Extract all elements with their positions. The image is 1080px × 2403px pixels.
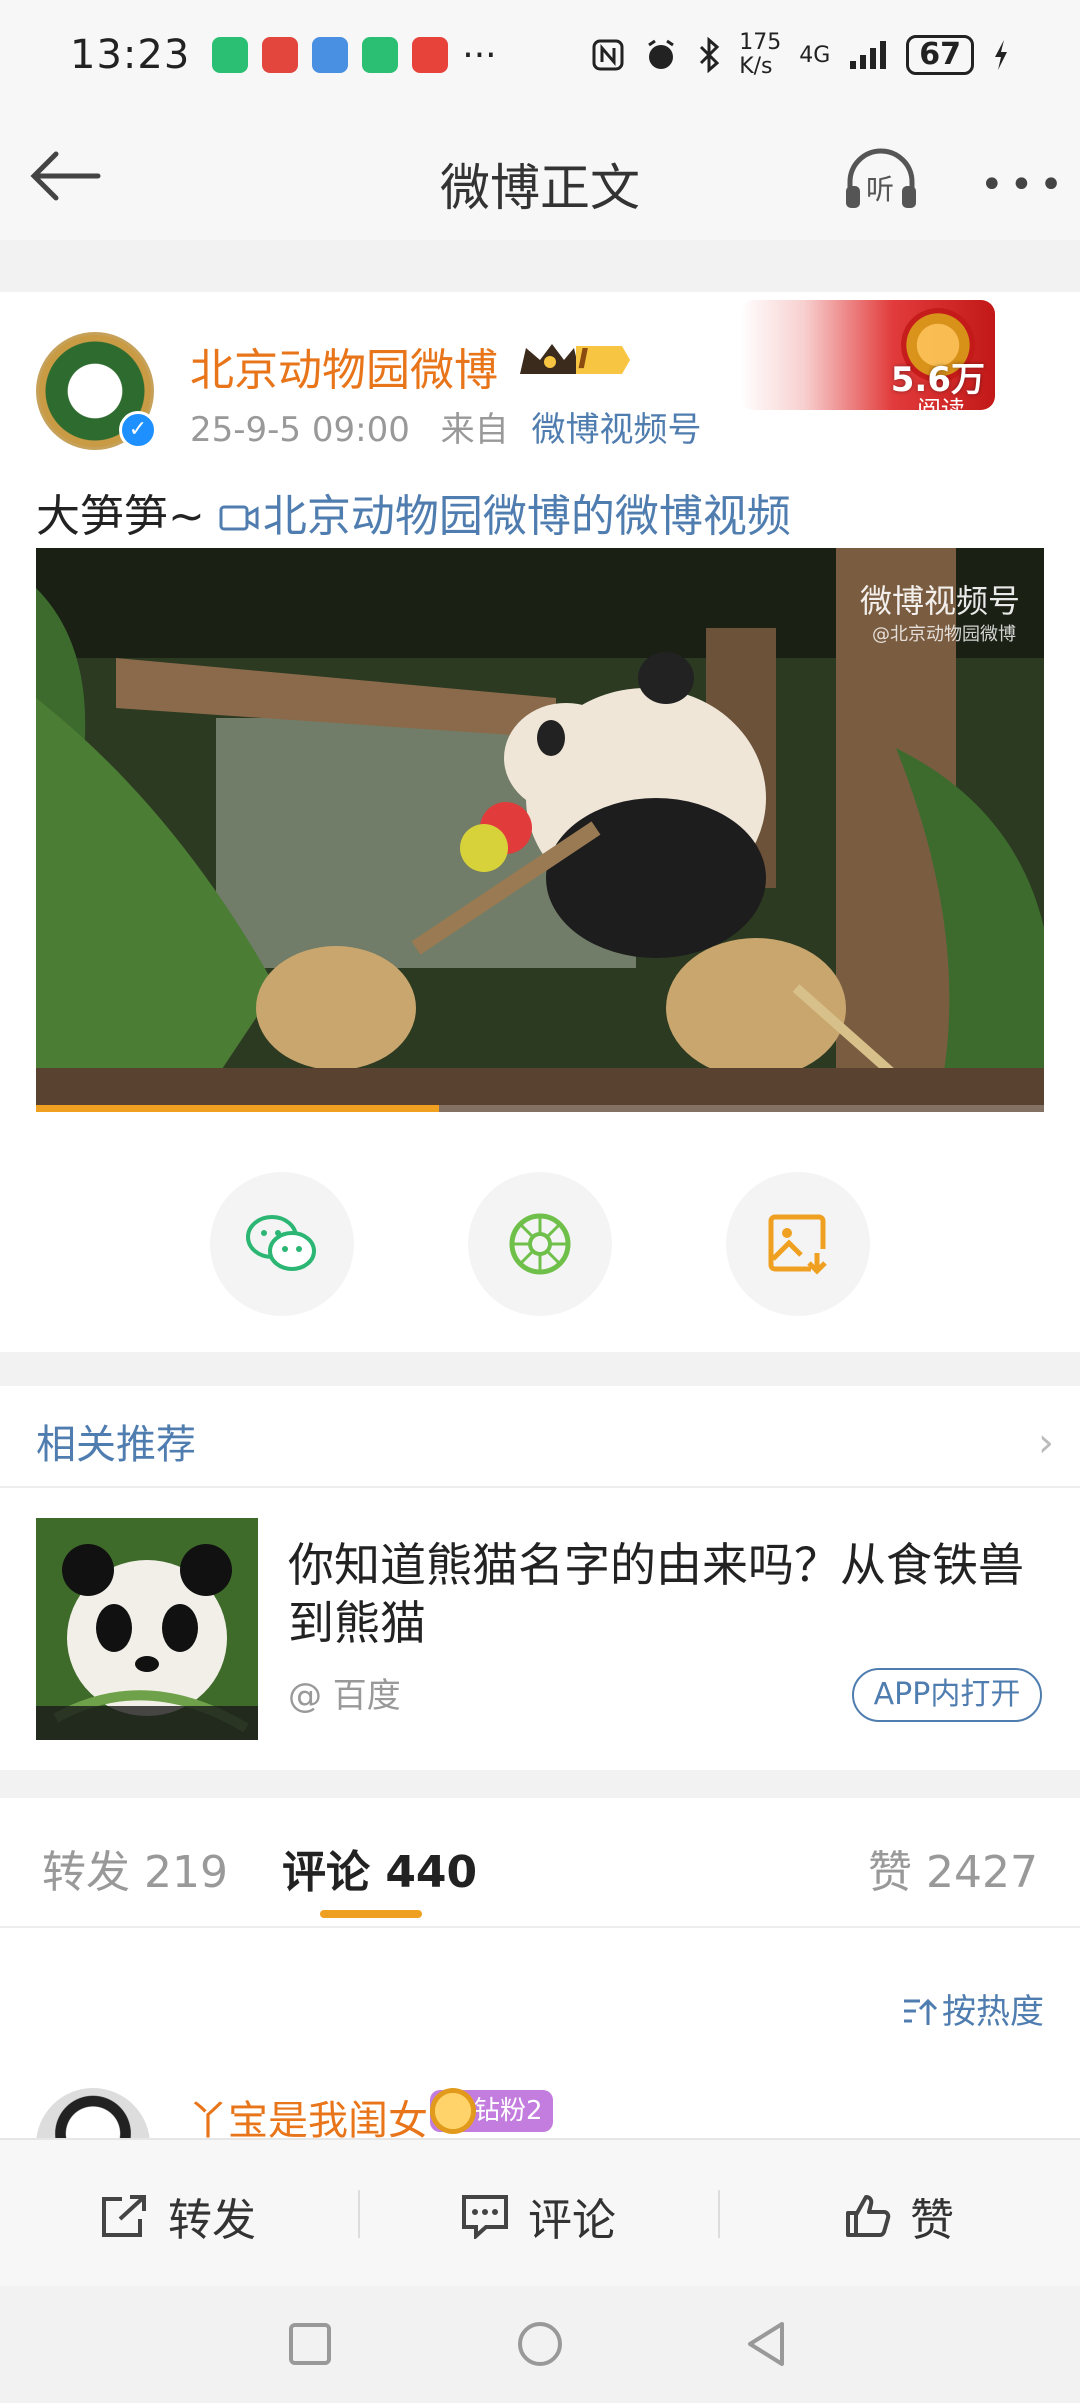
charging-icon	[995, 40, 1007, 70]
repost-button[interactable]: 转发	[98, 2184, 256, 2248]
back-icon[interactable]	[744, 2320, 788, 2368]
share-wechat-button[interactable]	[210, 1172, 354, 1316]
home-icon[interactable]	[516, 2320, 564, 2368]
like-button[interactable]: 赞	[844, 2184, 954, 2248]
related-source: @ 百度	[288, 1676, 401, 1716]
read-count-banner: 5.6万 阅读	[740, 300, 995, 410]
recents-icon[interactable]	[288, 2322, 332, 2366]
thumbs-up-icon	[846, 2195, 891, 2237]
post-source[interactable]: 微博视频号	[531, 410, 701, 450]
vip-crown-icon[interactable]	[516, 338, 632, 382]
chevron-right-icon[interactable]: ›	[1038, 1420, 1054, 1466]
related-thumbnail[interactable]	[36, 1518, 258, 1740]
repost-label: 转发	[168, 2195, 256, 2246]
interaction-tabs: 转发 219 评论 440 赞 2427	[0, 1798, 1080, 1928]
sort-label: 按热度	[942, 1992, 1044, 2032]
bottom-action-bar: 转发 评论 赞	[0, 2138, 1080, 2286]
nfc-icon	[592, 39, 624, 71]
wechat-icon	[246, 1215, 316, 1271]
author-avatar[interactable]: ✓	[36, 332, 157, 450]
alarm-icon	[648, 39, 675, 69]
listen-button[interactable]: 听	[842, 148, 920, 210]
post-text: 大笋笋~ 北京动物园微博的微博视频	[36, 480, 791, 544]
diamond-fan-icon	[430, 2088, 476, 2134]
moments-icon	[509, 1213, 571, 1275]
video-progress-fill	[36, 1105, 440, 1112]
commenter-name[interactable]: 丫宝是我闺女	[188, 2088, 428, 2138]
video-progress-bar[interactable]	[36, 1105, 1044, 1112]
status-bar: 13:23 ··· 175 K/s 4G 67	[0, 0, 1080, 110]
video-watermark: 微博视频号	[859, 582, 1020, 620]
read-label: 阅读	[917, 396, 965, 410]
vip-level: I	[578, 342, 589, 375]
panda-thumbnail-image	[36, 1518, 258, 1740]
status-right: 175 K/s 4G 67	[591, 31, 1010, 79]
fan-badge[interactable]: 钻粉2	[430, 2088, 553, 2134]
divider	[0, 1486, 1080, 1488]
system-nav-bar	[0, 2286, 1080, 2403]
divider	[358, 2190, 360, 2238]
signal-label: 4G	[799, 42, 831, 68]
app-icon	[262, 37, 299, 73]
bluetooth-icon	[700, 37, 720, 73]
app-icon	[362, 37, 399, 73]
divider	[718, 2190, 720, 2238]
commenter-avatar[interactable]	[36, 2088, 150, 2138]
save-image-icon	[768, 1214, 827, 1275]
open-in-app-button[interactable]: APP内打开	[852, 1668, 1042, 1722]
post-card: ✓ 北京动物园微博 I 25-9-5 09:00 来自 微博视频号 5.6万 阅…	[0, 292, 1080, 1352]
comments-section: 按热度 丫宝是我闺女 钻粉2	[0, 1928, 1080, 2138]
listen-label: 听	[866, 173, 895, 206]
video-watermark-sub: @北京动物园微博	[872, 624, 1016, 645]
fan-badge-label: 钻粉2	[474, 2096, 543, 2126]
status-time: 13:23	[70, 32, 191, 78]
nav-bar: 微博正文 听 •••	[0, 110, 1080, 240]
verified-icon: ✓	[119, 411, 157, 449]
comment-button[interactable]: 评论	[460, 2184, 616, 2248]
post-body: 大笋笋~	[36, 491, 205, 542]
share-moments-button[interactable]	[468, 1172, 612, 1316]
signal-icon	[850, 41, 887, 69]
related-title[interactable]: 你知道熊猫名字的由来吗？从食铁兽到熊猫	[288, 1536, 1028, 1652]
battery: 67	[906, 35, 974, 75]
post-meta: 25-9-5 09:00 来自 微博视频号	[190, 402, 701, 451]
net-speed: 175 K/s	[739, 30, 782, 79]
comment-icon	[462, 2195, 508, 2239]
app-icon	[212, 37, 249, 73]
notification-icons	[212, 37, 449, 73]
video-camera-icon	[219, 505, 259, 531]
related-header[interactable]: 相关推荐	[36, 1412, 196, 1470]
author-name[interactable]: 北京动物园微博	[190, 334, 498, 398]
repost-icon	[102, 2195, 146, 2237]
source-prefix: 来自	[440, 410, 509, 450]
save-image-button[interactable]	[726, 1172, 870, 1316]
sort-icon	[904, 1998, 938, 2025]
tab-indicator	[320, 1910, 422, 1918]
video-player[interactable]: 微博视频号 @北京动物园微博	[36, 548, 1044, 1112]
related-section: 相关推荐 › 你知道熊猫名字的由来吗？从食铁兽到熊猫 @ 百度 APP内打开	[0, 1386, 1080, 1770]
tab-repost[interactable]: 转发 219	[42, 1836, 228, 1900]
more-options-button[interactable]: •••	[980, 162, 1069, 208]
app-icon	[412, 37, 449, 73]
app-icon	[312, 37, 349, 73]
video-link[interactable]: 北京动物园微博的微博视频	[263, 491, 791, 542]
like-label: 赞	[910, 2195, 954, 2246]
comment-label: 评论	[528, 2195, 616, 2246]
status-overflow: ···	[462, 34, 497, 76]
tab-like[interactable]: 赞 2427	[868, 1836, 1038, 1900]
post-date: 25-9-5 09:00	[190, 410, 410, 450]
sort-button[interactable]: 按热度	[902, 1984, 1044, 2033]
tab-comment[interactable]: 评论 440	[282, 1836, 477, 1900]
